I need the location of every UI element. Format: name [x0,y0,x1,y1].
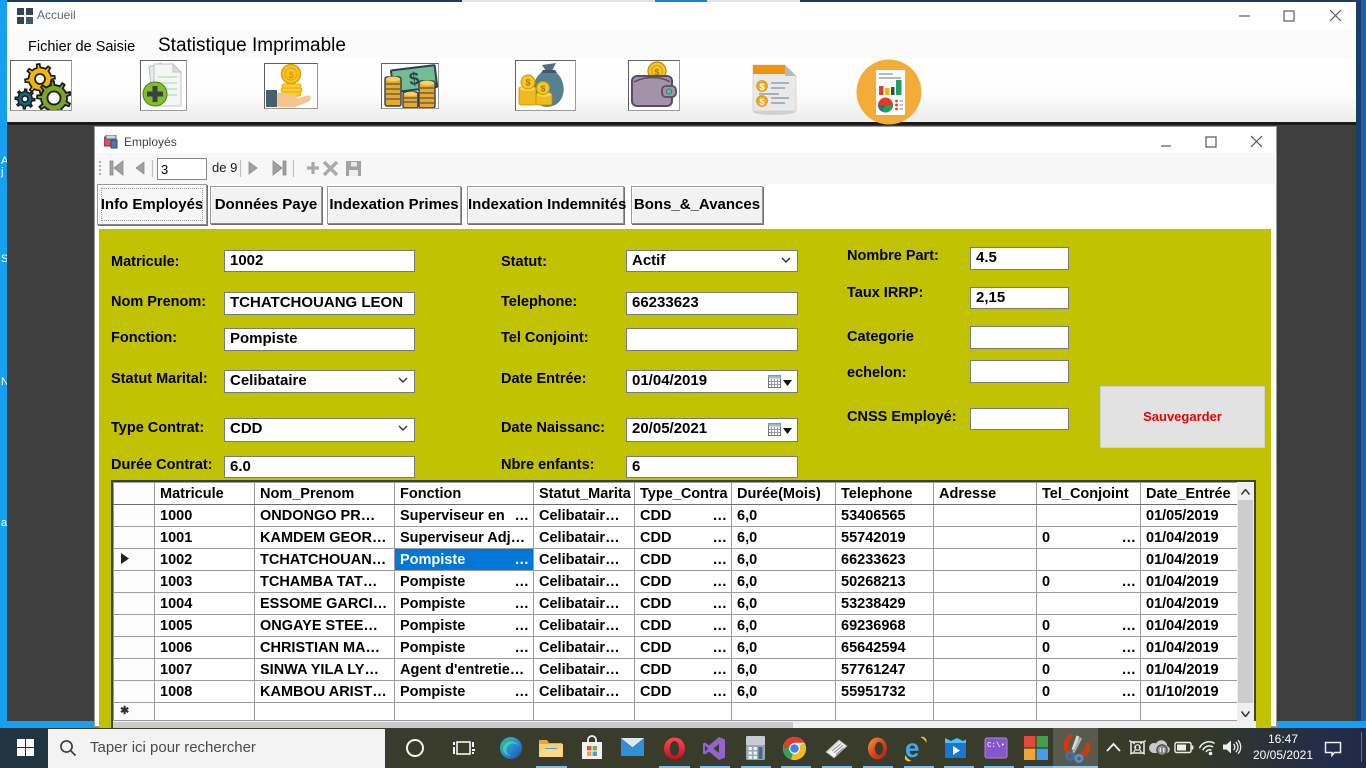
svg-text:$: $ [759,82,765,93]
svg-text:$: $ [525,78,530,88]
svg-text:C:\•: C:\• [987,742,1005,750]
svg-text:$: $ [541,84,546,94]
svg-text:$: $ [759,97,765,108]
svg-text:$: $ [288,70,293,80]
